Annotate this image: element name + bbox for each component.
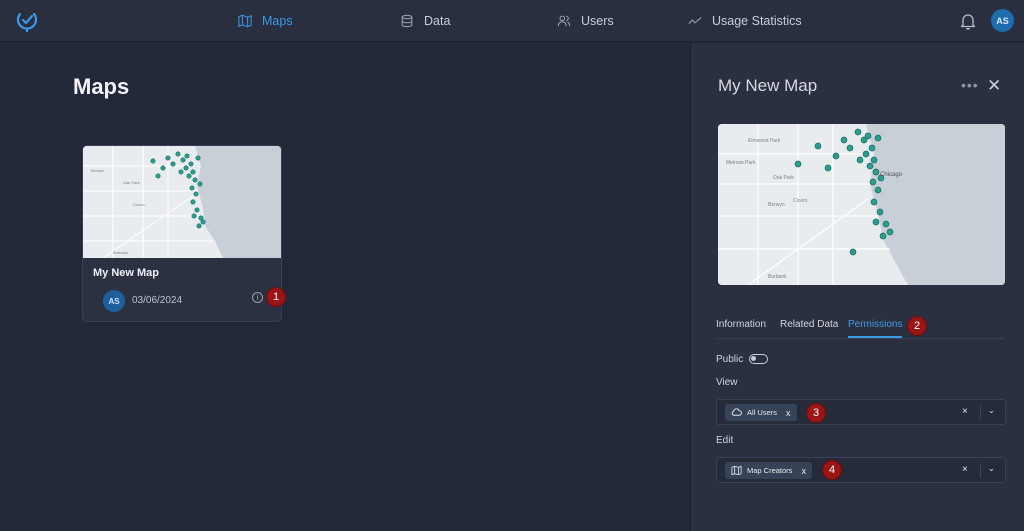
map-thumbnail-graphic: Berwyn Oak Park Cicero Burbank [83,146,281,258]
view-chip: All Users x [725,404,797,421]
edit-permission-select[interactable]: Map Creators x × ⌄ [716,457,1006,483]
map-card-name[interactable]: My New Map [93,267,159,279]
map-label: Oak Park [123,180,140,185]
nav-maps-label: Maps [262,14,293,28]
nav-usage-statistics[interactable]: Usage Statistics [688,0,802,42]
map-label: Burbank [768,274,787,280]
more-options-icon[interactable]: ••• [961,77,979,93]
map-details-panel: My New Map ••• ✕ Elmwood Park Melrose Pa… [690,43,1024,531]
chevron-down-icon[interactable]: ⌄ [988,464,995,473]
trend-icon [688,17,702,25]
map-card-date: 03/06/2024 [132,295,183,306]
active-tab-indicator [848,336,902,338]
tab-related-data[interactable]: Related Data [780,319,838,330]
map-icon [731,465,742,476]
step-marker-1: 1 [266,287,286,307]
remove-chip-button[interactable]: x [801,466,806,476]
tab-divider [716,338,1005,339]
view-chip-label: All Users [747,408,778,417]
map-label: Melrose Park [726,160,756,166]
map-icon [238,14,252,28]
tab-information[interactable]: Information [716,319,766,330]
panel-title: My New Map [718,76,818,95]
view-permission-select[interactable]: All Users x × ⌄ [716,399,1006,425]
map-label: Burbank [113,250,128,255]
map-label: Cicero [793,198,808,204]
remove-chip-button[interactable]: x [786,408,791,418]
view-label: View [716,377,738,388]
map-preview[interactable]: Elmwood Park Melrose Park Oak Park Berwy… [718,124,1005,285]
database-icon [401,14,413,28]
select-separator [980,463,981,478]
owner-avatar: AS [103,290,125,312]
map-label: Berwyn [91,168,104,173]
clear-selection-button[interactable]: × [962,464,968,475]
info-icon[interactable]: i [252,292,263,303]
close-icon[interactable]: ✕ [987,76,1001,96]
map-label: Cicero [133,202,145,207]
map-label: Berwyn [768,202,785,208]
app-logo-icon[interactable] [15,9,39,33]
nav-usage-statistics-label: Usage Statistics [712,14,802,28]
select-separator [980,405,981,420]
nav-users[interactable]: Users [557,0,614,42]
page-title: Maps [73,74,130,99]
nav-users-label: Users [581,14,614,28]
notification-bell-icon[interactable] [959,12,977,30]
cloud-users-icon [731,408,742,416]
nav-maps[interactable]: Maps [238,0,293,42]
step-marker-2: 2 [907,316,927,336]
public-toggle[interactable] [749,354,768,364]
tab-permissions[interactable]: Permissions [848,319,902,330]
edit-chip: Map Creators x [725,462,812,479]
map-preview-graphic: Elmwood Park Melrose Park Oak Park Berwy… [718,124,1005,285]
chevron-down-icon[interactable]: ⌄ [988,406,995,415]
edit-chip-label: Map Creators [747,466,793,475]
users-icon [557,15,571,27]
public-label: Public [716,354,744,365]
user-avatar[interactable]: AS [991,9,1014,32]
map-thumbnail[interactable]: Berwyn Oak Park Cicero Burbank [83,146,281,258]
nav-data-label: Data [424,14,451,28]
nav-data[interactable]: Data [400,0,450,42]
map-label: Oak Park [773,175,794,181]
top-navigation-bar: Maps Data Users Usage Statistics AS [0,0,1024,42]
map-label: Elmwood Park [748,138,781,144]
step-marker-4: 4 [822,460,842,480]
map-card[interactable]: Berwyn Oak Park Cicero Burbank My New Ma… [82,145,282,322]
edit-label: Edit [716,435,734,446]
map-label: Chicago [880,172,903,178]
clear-selection-button[interactable]: × [962,406,968,417]
step-marker-3: 3 [806,403,826,423]
